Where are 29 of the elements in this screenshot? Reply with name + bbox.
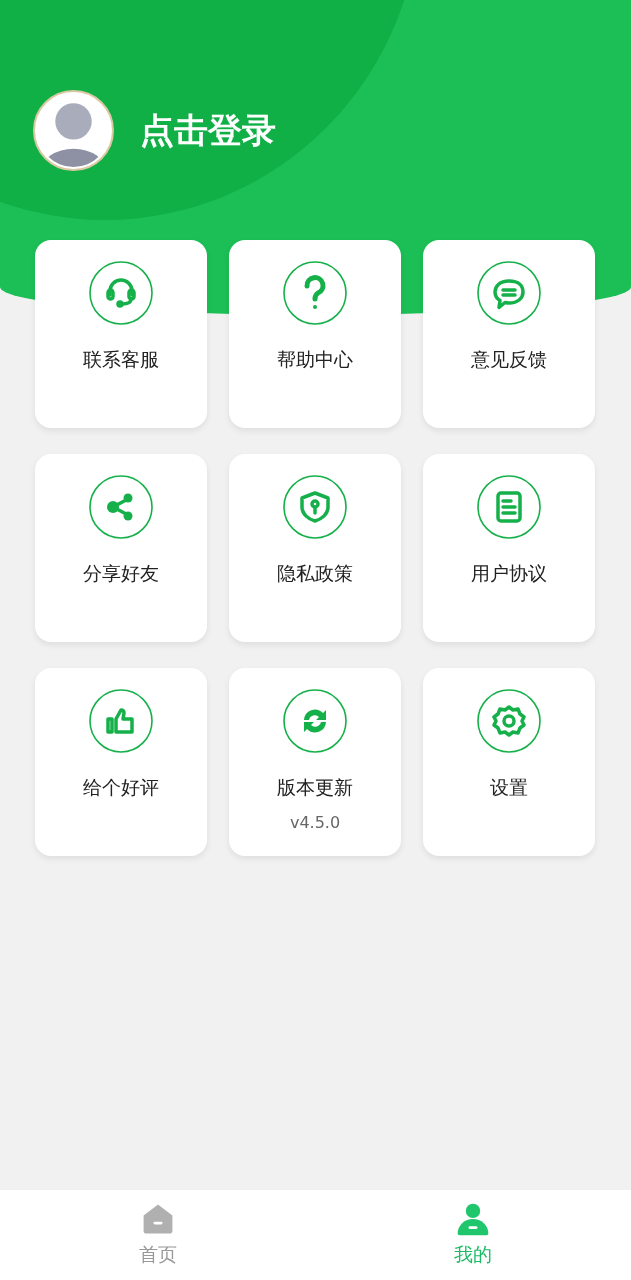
document-icon: [477, 475, 541, 539]
avatar-icon[interactable]: [33, 90, 114, 171]
menu-label: 隐私政策: [277, 561, 353, 586]
menu-card[interactable]: 给个好评: [35, 668, 207, 856]
version-text: v4.5.0: [289, 813, 341, 832]
chat-bubble-icon: [477, 261, 541, 325]
menu-label: 分享好友: [83, 561, 159, 586]
share-icon: [89, 475, 153, 539]
menu-card[interactable]: 用户协议: [423, 454, 595, 642]
question-icon: [283, 261, 347, 325]
menu-label: 联系客服: [83, 347, 159, 372]
menu-label: 设置: [490, 775, 528, 800]
menu-label: 版本更新: [277, 775, 353, 800]
thumbs-up-icon: [89, 689, 153, 753]
shield-lock-icon: [283, 475, 347, 539]
menu-card[interactable]: 分享好友: [35, 454, 207, 642]
menu-label: 用户协议: [471, 561, 547, 586]
menu-card[interactable]: 意见反馈: [423, 240, 595, 428]
menu-card[interactable]: 帮助中心: [229, 240, 401, 428]
headset-icon: [89, 261, 153, 325]
menu-card[interactable]: 设置: [423, 668, 595, 856]
menu-label: 意见反馈: [471, 347, 547, 372]
menu-card[interactable]: 隐私政策: [229, 454, 401, 642]
refresh-icon: [283, 689, 347, 753]
menu-card[interactable]: 版本更新 v4.5.0: [229, 668, 401, 856]
settings-icon: [477, 689, 541, 753]
menu-card[interactable]: 联系客服: [35, 240, 207, 428]
menu-label: 给个好评: [83, 775, 159, 800]
menu-label: 帮助中心: [277, 347, 353, 372]
